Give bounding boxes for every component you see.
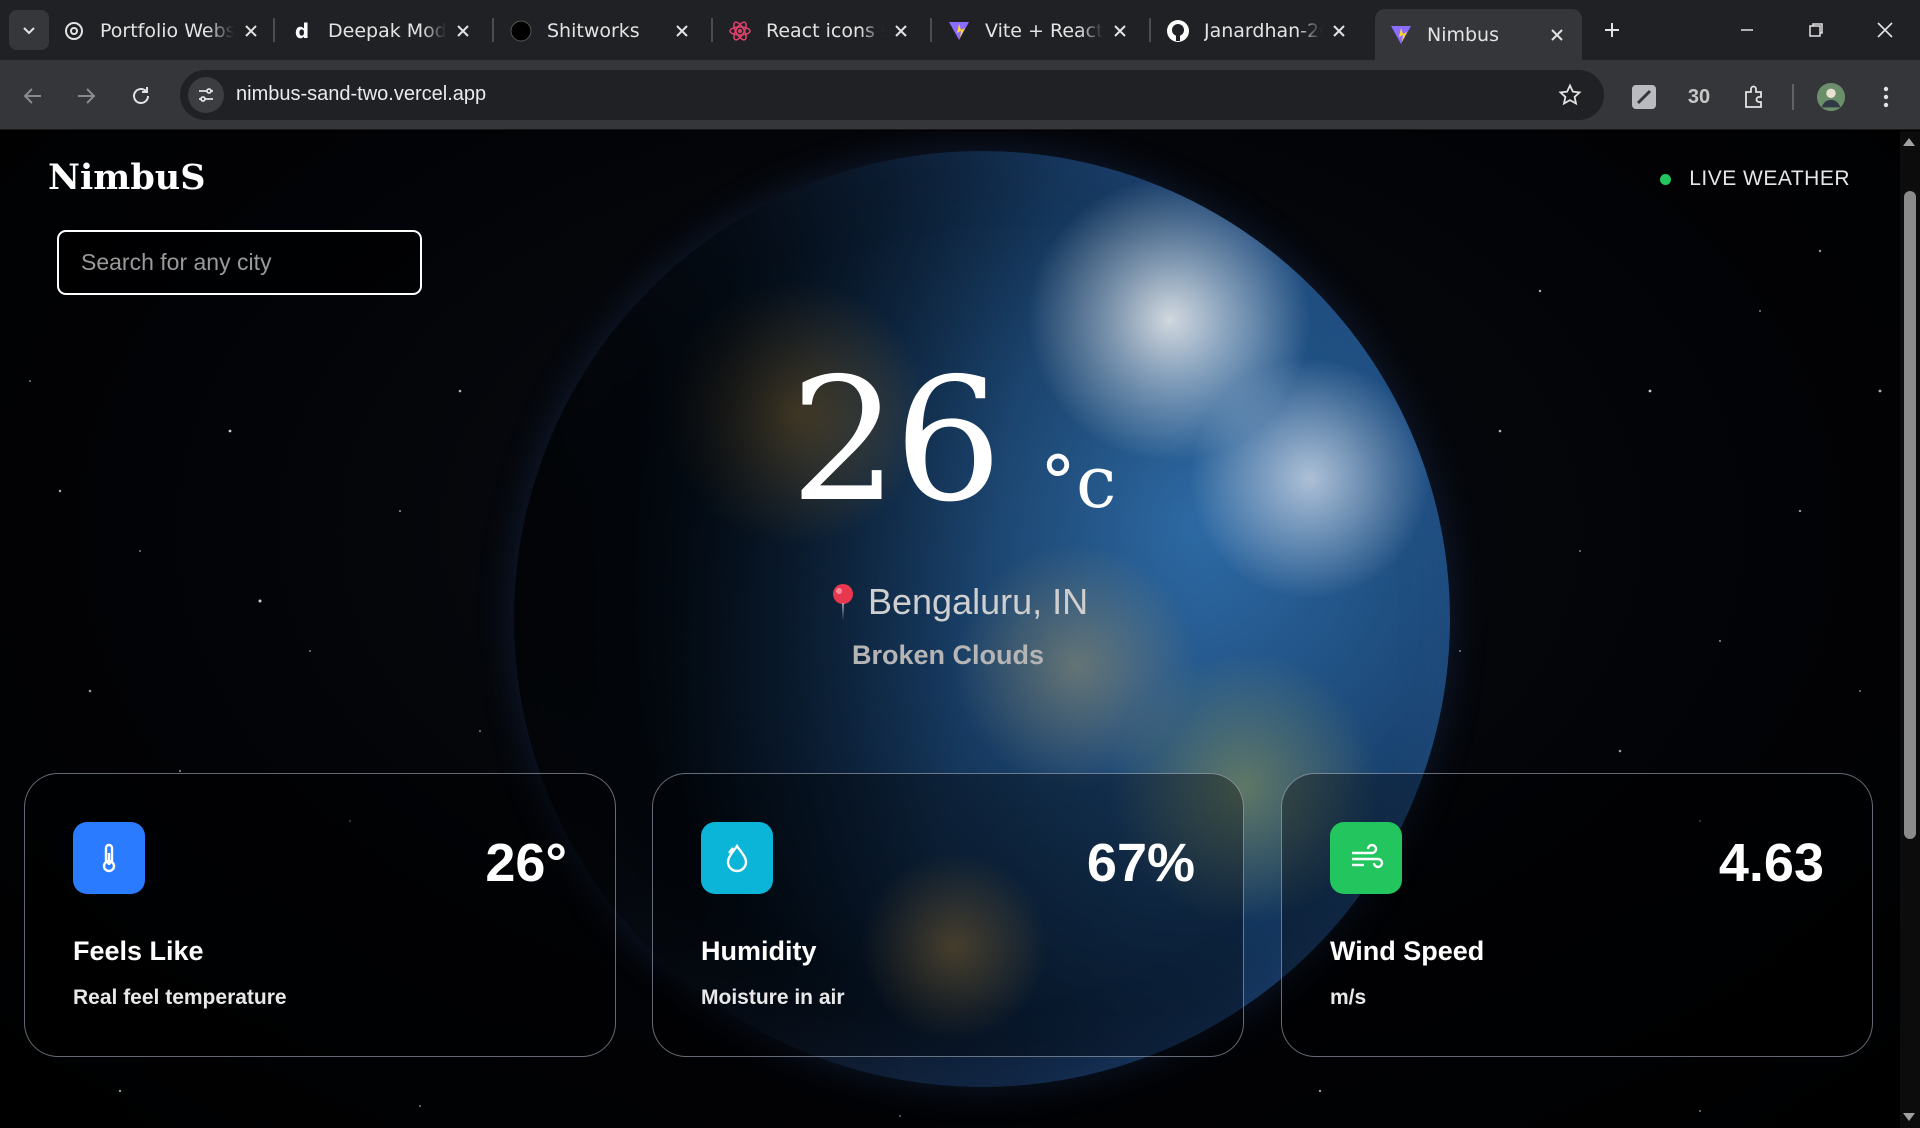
d-letter-icon: d	[294, 18, 310, 43]
new-tab-button[interactable]	[1596, 14, 1628, 46]
humidity-value: 67%	[1086, 833, 1195, 893]
chevron-down-icon	[23, 27, 35, 35]
tab-divider	[492, 18, 494, 42]
tab-title: Vite + React	[985, 19, 1103, 42]
extensions-button[interactable]	[1739, 82, 1769, 112]
humidity-card: 67% Humidity Moisture in air	[652, 773, 1244, 1057]
current-temperature: 26	[790, 342, 1002, 540]
avatar-icon	[1816, 82, 1846, 112]
scroll-up-arrow[interactable]	[1903, 138, 1915, 146]
thermometer-icon	[73, 822, 145, 894]
live-status-dot	[1660, 173, 1672, 185]
close-icon[interactable]	[890, 20, 912, 42]
tab-divider	[1149, 18, 1151, 42]
back-button[interactable]	[16, 79, 50, 113]
droplet-icon	[701, 822, 773, 894]
tab-title: Nimbus	[1427, 23, 1500, 46]
live-weather-indicator: LIVE WEATHER	[1660, 167, 1850, 191]
tab-divider	[711, 18, 713, 42]
react-icon	[728, 19, 752, 43]
arrow-left-icon	[23, 88, 41, 104]
url-text[interactable]: nimbus-sand-two.vercel.app	[236, 83, 486, 106]
tab-portfolio[interactable]: Portfolio Website	[62, 9, 262, 52]
tab-divider	[273, 18, 275, 42]
scroll-down-arrow[interactable]	[1903, 1113, 1915, 1121]
extension-notes-button[interactable]	[1629, 82, 1659, 112]
bookmark-star-icon[interactable]	[1558, 83, 1582, 107]
tab-react-icons[interactable]: React icons search	[728, 9, 912, 52]
tab-title: Portfolio Website	[100, 19, 234, 42]
location-display: Bengaluru, IN	[828, 581, 1088, 623]
forward-button[interactable]	[69, 79, 103, 113]
address-bar[interactable]: nimbus-sand-two.vercel.app	[180, 70, 1604, 120]
city-search-input[interactable]	[57, 230, 422, 295]
reload-button[interactable]	[124, 79, 158, 113]
tab-vite-react[interactable]: Vite + React	[947, 9, 1131, 52]
close-icon[interactable]	[671, 20, 693, 42]
scrollbar-thumb[interactable]	[1904, 191, 1916, 839]
feels-like-card: 26° Feels Like Real feel temperature	[24, 773, 616, 1057]
app-logo[interactable]: NimbuS	[48, 157, 206, 198]
tab-title: React icons search	[766, 19, 884, 42]
reload-icon	[133, 87, 149, 104]
toolbar-divider	[1792, 84, 1794, 110]
browser-tabstrip: Portfolio Website d Deepak Modi Shitwork…	[0, 0, 1920, 60]
feels-like-label: Feels Like	[73, 936, 204, 966]
restore-icon	[1809, 23, 1823, 37]
close-window-button[interactable]	[1869, 14, 1901, 46]
close-icon[interactable]	[1546, 24, 1568, 46]
weather-condition: Broken Clouds	[851, 640, 1045, 670]
tab-title: Shitworks	[547, 19, 640, 42]
plus-icon	[1605, 23, 1619, 37]
tune-icon	[199, 88, 213, 102]
site-info-button[interactable]	[188, 77, 224, 113]
feels-like-subtitle: Real feel temperature	[73, 986, 287, 1009]
vite-icon	[1389, 23, 1413, 47]
close-icon	[1877, 22, 1893, 38]
temperature-unit: °c	[1040, 440, 1117, 524]
vite-icon	[947, 19, 971, 43]
tab-github[interactable]: Janardhan-2004	[1166, 9, 1350, 52]
live-weather-label: LIVE WEATHER	[1689, 167, 1850, 190]
tab-title: Janardhan-2004	[1204, 19, 1322, 42]
page-scrollbar[interactable]	[1900, 131, 1920, 1128]
tab-divider	[930, 18, 932, 42]
map-pin-icon	[833, 584, 853, 620]
tab-search-button[interactable]	[9, 10, 49, 50]
humidity-label: Humidity	[701, 936, 817, 966]
arrow-right-icon	[78, 88, 96, 104]
humidity-subtitle: Moisture in air	[701, 986, 845, 1009]
wind-icon	[1330, 822, 1402, 894]
tab-deepak[interactable]: d Deepak Modi	[290, 9, 474, 52]
tab-shitworks[interactable]: Shitworks	[509, 9, 693, 52]
github-icon	[1166, 19, 1190, 43]
profile-avatar[interactable]	[1816, 82, 1846, 112]
wind-speed-unit: m/s	[1330, 986, 1367, 1009]
close-icon[interactable]	[1328, 20, 1350, 42]
wind-speed-label: Wind Speed	[1330, 936, 1485, 966]
close-icon[interactable]	[452, 20, 474, 42]
puzzle-icon	[1745, 85, 1762, 108]
openai-icon	[62, 19, 86, 43]
location-name: Bengaluru, IN	[868, 581, 1089, 622]
wind-speed-card: 4.63 Wind Speed m/s	[1281, 773, 1873, 1057]
browser-toolbar: nimbus-sand-two.vercel.app 30	[0, 60, 1920, 130]
restore-button[interactable]	[1800, 14, 1832, 46]
close-icon[interactable]	[240, 20, 262, 42]
feels-like-value: 26°	[485, 833, 567, 893]
tab-nimbus[interactable]: Nimbus	[1375, 9, 1582, 60]
notes-extension-icon	[1632, 85, 1656, 109]
wind-speed-value: 4.63	[1718, 833, 1824, 893]
circle-logo-icon	[509, 19, 533, 43]
page-viewport: NimbuS LIVE WEATHER 26 °c Bengaluru, IN …	[0, 131, 1920, 1128]
close-icon[interactable]	[1109, 20, 1131, 42]
extension-badge-button[interactable]: 30	[1683, 82, 1715, 112]
kebab-menu-icon	[1883, 86, 1889, 108]
minimize-button[interactable]	[1731, 14, 1763, 46]
minimize-icon	[1741, 29, 1753, 31]
browser-menu-button[interactable]	[1871, 82, 1901, 112]
tab-title: Deepak Modi	[328, 19, 446, 42]
